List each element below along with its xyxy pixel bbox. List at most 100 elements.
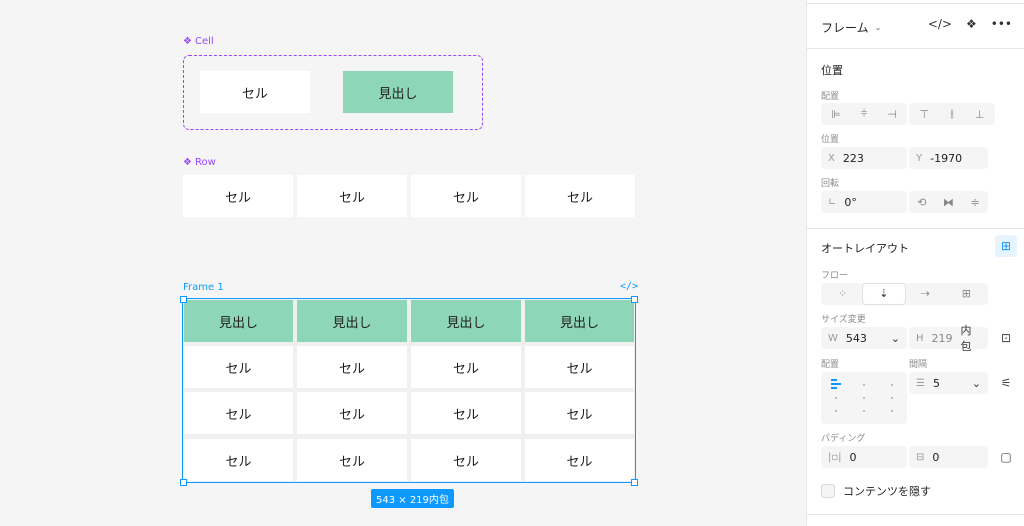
table-header-cell[interactable]: 見出し [184, 300, 293, 342]
cell-variant-header[interactable]: 見出し [343, 71, 453, 113]
layer-type-dropdown[interactable]: フレーム ⌄ [821, 19, 881, 36]
resize-handle-top-right[interactable] [631, 296, 638, 303]
code-icon[interactable]: </> [620, 281, 638, 292]
align-center-h-icon[interactable]: ⫩ [861, 107, 867, 121]
position-section-title: 位置 [821, 64, 843, 77]
advanced-layout-icon[interactable]: ⚟ [995, 372, 1017, 394]
transform-buttons: ⟲ ⧓ ≑ [909, 191, 988, 213]
autolayout-toggle-icon[interactable]: ⊞ [995, 235, 1017, 257]
width-field[interactable]: W 543 ⌄ [821, 327, 907, 349]
rotate-icon[interactable]: ⟲ [917, 196, 926, 209]
clip-content-row[interactable]: コンテンツを隠す [821, 483, 931, 499]
table-cell[interactable]: セル [525, 392, 634, 434]
vertical-align-buttons: ⊤ ⫲ ⊥ [909, 103, 995, 125]
flip-vertical-icon[interactable]: ≑ [971, 196, 980, 209]
align-dot [891, 410, 893, 412]
row-cell[interactable]: セル [183, 175, 293, 217]
align-dot [891, 397, 893, 399]
alignment-grid[interactable] [821, 372, 907, 424]
align-bottom-icon[interactable]: ⊥ [975, 108, 985, 121]
flow-segmented-control: ⁘ ⇣ ⇢ ⊞ [821, 283, 988, 305]
divider [807, 514, 1024, 515]
table-cell[interactable]: セル [297, 439, 407, 481]
align-label: 配置 [821, 92, 840, 102]
y-position-field[interactable]: Y -1970 [909, 147, 988, 169]
gap-icon: ☰ [916, 377, 925, 389]
gap-field[interactable]: ☰ 5 ⌄ [909, 372, 988, 394]
align-dot [891, 384, 893, 386]
align-dot [863, 384, 865, 386]
align-top-left-indicator [831, 379, 841, 391]
flow-grid-icon[interactable]: ⊞ [946, 284, 987, 304]
component-icon: ❖ [183, 36, 192, 47]
align-left-icon[interactable]: ⊫ [831, 108, 841, 121]
table-cell[interactable]: セル [184, 392, 293, 434]
table-header-cell[interactable]: 見出し [525, 300, 634, 342]
vertical-padding-field[interactable]: ⊟ 0 [909, 446, 988, 468]
align-dot [835, 397, 837, 399]
row-cell[interactable]: セル [411, 175, 521, 217]
flow-horizontal-icon[interactable]: ⇢ [905, 284, 946, 304]
horizontal-align-buttons: ⊫ ⫩ ⊣ [821, 103, 907, 125]
chevron-down-icon: ⌄ [971, 376, 981, 390]
alignment-label: 配置 [821, 360, 840, 370]
panel-top-divider [807, 0, 1024, 4]
resize-handle-bottom-right[interactable] [631, 479, 638, 486]
table-cell[interactable]: セル [184, 439, 293, 481]
table-cell[interactable]: セル [411, 392, 521, 434]
flip-horizontal-icon[interactable]: ⧓ [943, 196, 954, 209]
resize-constraints-icon[interactable]: ⊡ [995, 327, 1017, 349]
flow-label: フロー [821, 271, 849, 281]
angle-icon: ∟ [828, 196, 837, 208]
frame-label[interactable]: Frame 1 [183, 282, 224, 293]
table-cell[interactable]: セル [525, 346, 634, 388]
individual-padding-icon[interactable]: ▢ [995, 446, 1017, 468]
position-label: 位置 [821, 135, 840, 145]
gap-label: 間隔 [909, 360, 928, 370]
cell-variant-body[interactable]: セル [200, 71, 310, 113]
autolayout-section-title: オートレイアウト [821, 242, 909, 255]
chevron-down-icon: ⌄ [890, 331, 900, 345]
table-cell[interactable]: セル [184, 346, 293, 388]
row-component-label[interactable]: ❖ Row [183, 157, 216, 168]
rotation-field[interactable]: ∟ 0° [821, 191, 907, 213]
row-cell[interactable]: セル [297, 175, 407, 217]
clip-content-checkbox[interactable] [821, 484, 835, 498]
table-cell[interactable]: セル [411, 439, 521, 481]
table-header-cell[interactable]: 見出し [297, 300, 407, 342]
align-dot [863, 397, 865, 399]
align-top-icon[interactable]: ⊤ [920, 108, 930, 121]
flow-vertical-icon[interactable]: ⇣ [863, 284, 905, 304]
table-cell[interactable]: セル [411, 346, 521, 388]
flow-freeform-icon[interactable]: ⁘ [822, 284, 863, 304]
cell-component-label[interactable]: ❖ Cell [183, 36, 214, 47]
height-field[interactable]: H 219 内包 [909, 324, 988, 353]
resize-label: サイズ変更 [821, 315, 866, 325]
x-position-field[interactable]: X 223 [821, 147, 907, 169]
row-cell[interactable]: セル [525, 175, 635, 217]
component-icon[interactable]: ❖ [966, 17, 977, 31]
horizontal-padding-icon: |▫| [828, 451, 842, 463]
table-cell[interactable]: セル [525, 439, 634, 481]
horizontal-padding-field[interactable]: |▫| 0 [821, 446, 907, 468]
table-cell[interactable]: セル [297, 392, 407, 434]
divider [807, 48, 1024, 49]
more-icon[interactable]: ••• [991, 17, 1012, 31]
padding-label: パディング [821, 434, 866, 444]
design-canvas[interactable]: ❖ Cell セル 見出し ❖ Row セル セル セル セル Frame 1 … [0, 0, 806, 526]
divider [807, 228, 1024, 229]
resize-handle-top-left[interactable] [180, 296, 187, 303]
table-cell[interactable]: セル [297, 346, 407, 388]
align-dot [863, 410, 865, 412]
align-middle-icon[interactable]: ⫲ [950, 107, 954, 121]
resize-handle-bottom-left[interactable] [180, 479, 187, 486]
chevron-down-icon: ⌄ [874, 23, 882, 32]
vertical-padding-icon: ⊟ [916, 451, 925, 463]
align-right-icon[interactable]: ⊣ [887, 108, 897, 121]
table-header-cell[interactable]: 見出し [411, 300, 521, 342]
properties-panel: フレーム ⌄ </> ❖ ••• 位置 配置 ⊫ ⫩ ⊣ ⊤ ⫲ ⊥ 位置 X … [806, 0, 1024, 526]
code-view-icon[interactable]: </> [928, 17, 952, 31]
panel-header-actions: </> ❖ ••• [928, 17, 1012, 31]
rotation-label: 回転 [821, 179, 840, 189]
align-dot [835, 410, 837, 412]
